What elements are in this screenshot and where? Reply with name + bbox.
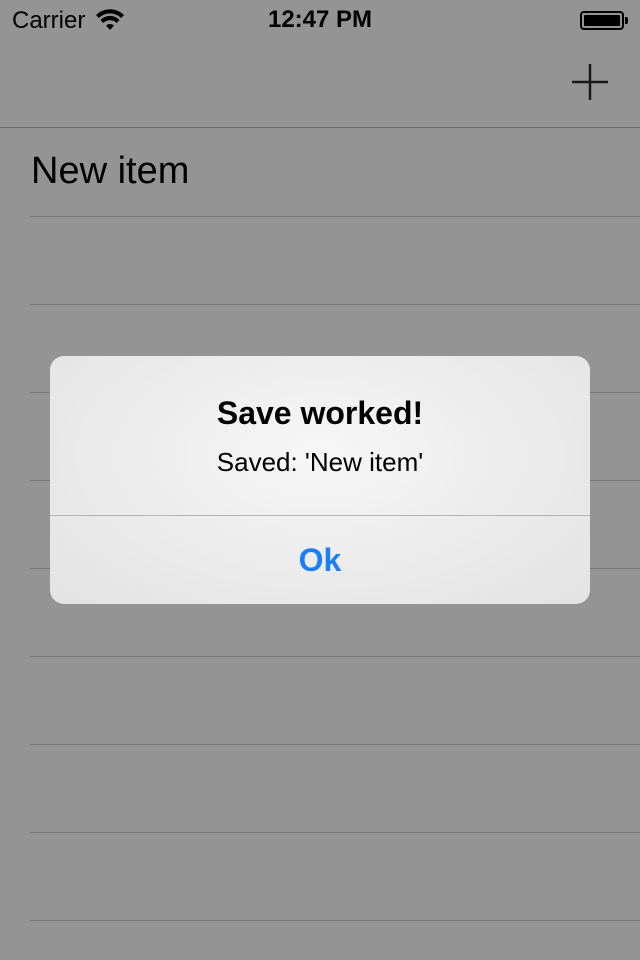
ok-button[interactable]: Ok	[50, 516, 590, 604]
alert-message: Saved: 'New item'	[216, 447, 424, 477]
app-screen: Carrier 12:47 PM New item Save worked! S…	[0, 0, 640, 960]
alert-dialog: Save worked! Saved: 'New item' Ok	[50, 356, 590, 604]
alert-title: Save worked!	[216, 395, 424, 431]
